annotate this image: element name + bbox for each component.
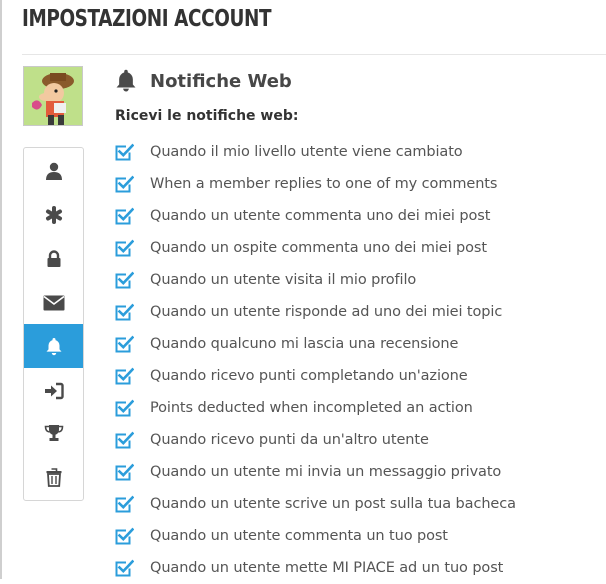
section-title: Notifiche Web <box>150 70 292 92</box>
option-label: Quando ricevo punti da un'altro utente <box>150 432 429 448</box>
notification-option[interactable]: Quando un utente mette MI PIACE ad un tu… <box>114 552 516 584</box>
checkbox-checked-icon[interactable] <box>114 430 134 450</box>
option-label: Quando un utente risponde ad uno dei mie… <box>150 304 503 320</box>
title-divider <box>22 54 606 55</box>
sidebar-item-messages[interactable] <box>24 286 83 320</box>
checkbox-checked-icon[interactable] <box>114 462 134 482</box>
option-label: Quando un utente commenta un tuo post <box>150 528 448 544</box>
notification-option[interactable]: Quando ricevo punti completando un'azion… <box>114 360 516 392</box>
sidebar-item-preferences[interactable] <box>24 198 83 232</box>
notification-option[interactable]: Quando qualcuno mi lascia una recensione <box>114 328 516 360</box>
checkbox-checked-icon[interactable] <box>114 270 134 290</box>
notification-option[interactable]: Quando un utente mi invia un messaggio p… <box>114 456 516 488</box>
notification-option[interactable]: Points deducted when incompleted an acti… <box>114 392 516 424</box>
notification-option[interactable]: Quando ricevo punti da un'altro utente <box>114 424 516 456</box>
option-label: Quando un ospite commenta uno dei miei p… <box>150 240 487 256</box>
option-label: Points deducted when incompleted an acti… <box>150 400 473 416</box>
sidebar-item-delete-account[interactable] <box>24 460 83 494</box>
checkbox-checked-icon[interactable] <box>114 558 134 578</box>
sidebar-item-password[interactable] <box>24 242 83 276</box>
notifications-subheading: Ricevi le notifiche web: <box>115 108 299 124</box>
envelope-icon <box>43 295 64 311</box>
notification-option[interactable]: Quando un utente commenta uno dei miei p… <box>114 200 516 232</box>
notification-option[interactable]: Quando un utente visita il mio profilo <box>114 264 516 296</box>
option-label: Quando qualcuno mi lascia una recensione <box>150 336 459 352</box>
option-label: Quando ricevo punti completando un'azion… <box>150 368 468 384</box>
page-title: IMPOSTAZIONI ACCOUNT <box>22 6 272 32</box>
option-label: Quando un utente mi invia un messaggio p… <box>150 464 502 480</box>
notification-option[interactable]: When a member replies to one of my comme… <box>114 168 516 200</box>
trophy-icon <box>44 425 63 441</box>
sidebar-item-login[interactable] <box>24 374 83 408</box>
checkbox-checked-icon[interactable] <box>114 366 134 386</box>
checkbox-checked-icon[interactable] <box>114 398 134 418</box>
checkbox-checked-icon[interactable] <box>114 494 134 514</box>
notification-option[interactable]: Quando il mio livello utente viene cambi… <box>114 136 516 168</box>
notification-option[interactable]: Quando un ospite commenta uno dei miei p… <box>114 232 516 264</box>
option-label: Quando un utente scrive un post sulla tu… <box>150 496 516 512</box>
checkbox-checked-icon[interactable] <box>114 238 134 258</box>
sidebar-item-achievements[interactable] <box>24 416 83 450</box>
bell-icon <box>46 338 61 356</box>
bell-icon <box>116 69 136 92</box>
option-label: Quando un utente mette MI PIACE ad un tu… <box>150 560 504 576</box>
option-label: When a member replies to one of my comme… <box>150 176 498 192</box>
avatar[interactable] <box>23 66 83 126</box>
trash-icon <box>46 467 61 487</box>
checkbox-checked-icon[interactable] <box>114 526 134 546</box>
user-icon <box>45 162 62 180</box>
checkbox-checked-icon[interactable] <box>114 302 134 322</box>
window-left-edge <box>0 0 2 579</box>
notification-option[interactable]: Quando un utente commenta un tuo post <box>114 520 516 552</box>
sidebar-item-profile[interactable] <box>24 154 83 188</box>
section-header: Notifiche Web <box>114 66 292 96</box>
sidebar-item-web-notifications[interactable] <box>24 324 83 368</box>
option-label: Quando il mio livello utente viene cambi… <box>150 144 463 160</box>
asterisk-icon <box>45 206 62 224</box>
notification-option[interactable]: Quando un utente risponde ad uno dei mie… <box>114 296 516 328</box>
checkbox-checked-icon[interactable] <box>114 334 134 354</box>
lock-icon <box>47 250 60 267</box>
notification-options-list: Quando il mio livello utente viene cambi… <box>114 136 516 584</box>
settings-sidebar <box>23 147 84 501</box>
checkbox-checked-icon[interactable] <box>114 142 134 162</box>
checkbox-checked-icon[interactable] <box>114 206 134 226</box>
notification-option[interactable]: Quando un utente scrive un post sulla tu… <box>114 488 516 520</box>
option-label: Quando un utente commenta uno dei miei p… <box>150 208 491 224</box>
sign-in-icon <box>44 382 64 400</box>
option-label: Quando un utente visita il mio profilo <box>150 272 417 288</box>
checkbox-checked-icon[interactable] <box>114 174 134 194</box>
